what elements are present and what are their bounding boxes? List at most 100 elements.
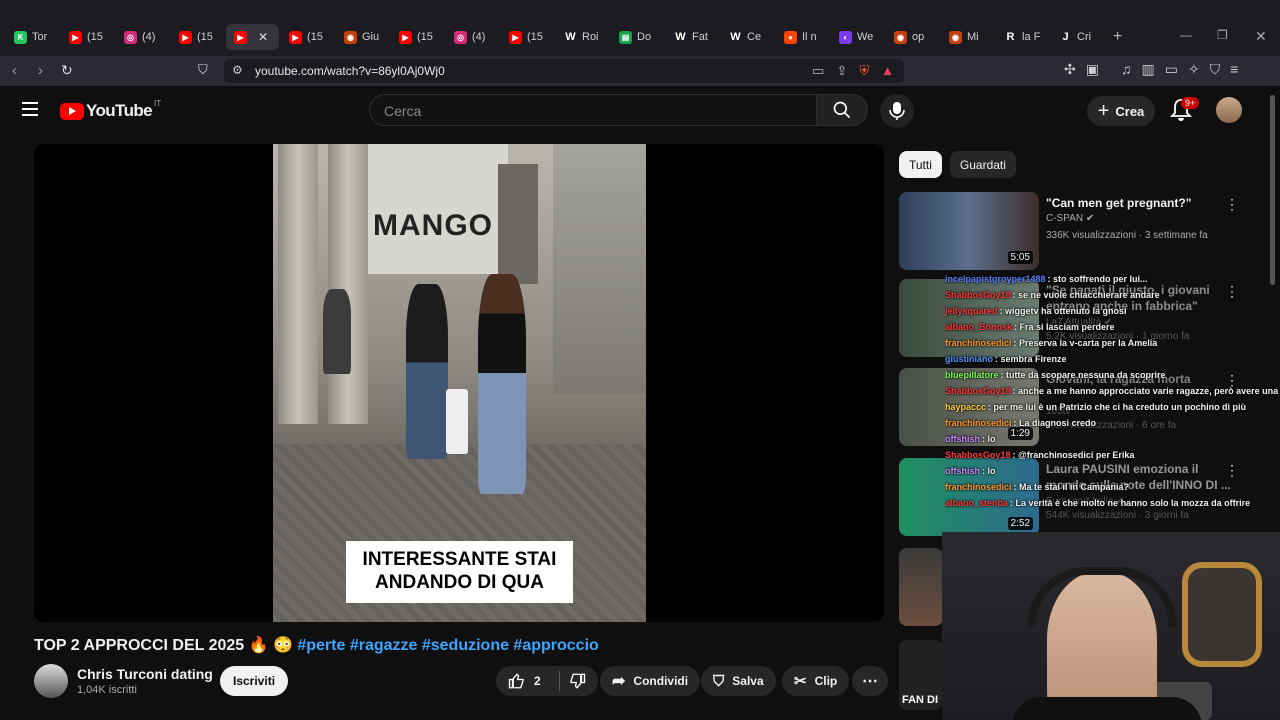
- more-vertical-icon[interactable]: ⋮: [1225, 196, 1239, 213]
- browser-tab[interactable]: J Cri: [1051, 24, 1104, 50]
- like-button[interactable]: 2: [508, 672, 541, 690]
- browser-tab[interactable]: ▶ (15: [171, 24, 224, 50]
- circle-icon: ◐: [839, 30, 852, 44]
- menu-icon[interactable]: ≡: [1230, 61, 1238, 78]
- browser-tab[interactable]: ▶ (15: [501, 24, 554, 50]
- reload-icon[interactable]: ↻: [61, 62, 73, 79]
- leo-icon[interactable]: ✧: [1188, 61, 1200, 78]
- recommendation-thumbnail[interactable]: [899, 548, 943, 626]
- browser-tab[interactable]: ▶ (15: [391, 24, 444, 50]
- share-icon[interactable]: ⇪: [836, 63, 847, 79]
- wikipedia-icon: W: [730, 31, 741, 43]
- new-tab-button[interactable]: +: [1113, 28, 1122, 46]
- media-icon[interactable]: ♫: [1121, 61, 1132, 78]
- browser-tab[interactable]: ◐ We: [831, 24, 884, 50]
- chat-username: giustiniano: [945, 354, 993, 364]
- thumbs-down-icon[interactable]: [568, 672, 586, 690]
- like-count: 2: [534, 674, 541, 688]
- screenshot-icon[interactable]: ▭: [812, 63, 824, 79]
- close-tab-icon[interactable]: ✕: [258, 30, 268, 44]
- subscribe-button[interactable]: Iscriviti: [220, 666, 289, 696]
- video-hashtags[interactable]: #perte #ragazze #seduzione #approccio: [297, 637, 598, 654]
- chat-username: offshish: [945, 434, 980, 444]
- share-button[interactable]: ➦ Condividi: [600, 666, 701, 696]
- browser-tab[interactable]: W Roi: [556, 24, 609, 50]
- maximize-button[interactable]: ❐: [1217, 28, 1228, 42]
- recommendation-meta: 336K visualizzazioni · 3 settimane fa: [1046, 230, 1208, 241]
- subscriber-count: 1,04K iscritti: [77, 684, 137, 696]
- chip-all[interactable]: Tutti: [899, 151, 942, 178]
- save-label: Salva: [732, 674, 764, 688]
- recommendation-thumbnail[interactable]: 5:05: [899, 192, 1039, 270]
- browser-tab[interactable]: Rla F: [996, 24, 1049, 50]
- create-button[interactable]: + Crea: [1087, 96, 1155, 126]
- youtube-play-icon: [60, 102, 84, 120]
- sidebar-icon[interactable]: ▥: [1141, 61, 1154, 78]
- wallet-icon[interactable]: ▣: [1086, 61, 1099, 78]
- browser-tab[interactable]: ◉ op: [886, 24, 939, 50]
- clip-button[interactable]: ✂ Clip: [782, 666, 850, 696]
- browser-tab[interactable]: K Tor: [6, 24, 59, 50]
- recommendation-item[interactable]: 5:05 "Can men get pregnant?" C-SPAN ✔ 33…: [899, 192, 1269, 272]
- browser-tab[interactable]: W Fat: [666, 24, 719, 50]
- thumbnail-text: FAN DI: [902, 694, 939, 706]
- browser-tab[interactable]: ▶ (15: [61, 24, 114, 50]
- chat-message: albano_Bonosk: Fra si lasciam perdere: [945, 319, 1280, 335]
- search-input[interactable]: Cerca: [369, 94, 817, 126]
- browser-tab[interactable]: ▶ (15: [281, 24, 334, 50]
- video-player[interactable]: MANGO INTERESSANTE STAI ANDANDO DI QUA: [34, 144, 884, 622]
- chat-username: franchinosedici: [945, 418, 1012, 428]
- wallet-icon[interactable]: ▭: [1165, 61, 1178, 78]
- recommendation-channel[interactable]: C-SPAN ✔: [1046, 213, 1094, 224]
- channel-name[interactable]: Chris Turconi dating: [77, 666, 213, 682]
- bookmark-icon: ⛉: [713, 672, 725, 690]
- browser-tab-strip: K Tor ▶ (15 ◎ (4) ▶ (15 ▶ ✕ ▶ (15 ◉ Giu ▶ (15 ◎ (4) ▶ (15 W R…: [0, 0, 1280, 56]
- search-button[interactable]: [816, 94, 868, 126]
- browser-tab[interactable]: ▶ ✕: [226, 24, 279, 50]
- video-caption: INTERESSANTE STAI ANDANDO DI QUA: [346, 541, 573, 603]
- site-settings-icon[interactable]: ⚙: [232, 63, 243, 77]
- extension-toolbar: ✣ ▣ ♫ ▥ ▭ ✧ ⛉ ≡: [1064, 61, 1238, 78]
- menu-icon[interactable]: [22, 102, 38, 120]
- vpn-icon[interactable]: ⛉: [1210, 61, 1221, 78]
- voice-search-button[interactable]: [880, 94, 914, 128]
- channel-avatar[interactable]: [34, 664, 68, 698]
- forward-icon[interactable]: ›: [38, 62, 43, 79]
- browser-tab[interactable]: ◎ (4): [116, 24, 169, 50]
- streamer-shirt: [1012, 697, 1202, 720]
- bookmark-icon[interactable]: ⛉: [198, 62, 208, 78]
- logo-text: YouTube: [86, 101, 153, 120]
- close-window-button[interactable]: ✕: [1255, 28, 1267, 45]
- sidebar-scrollbar[interactable]: [1270, 95, 1275, 285]
- browser-tab[interactable]: ● Il n: [776, 24, 829, 50]
- minimize-button[interactable]: —: [1180, 28, 1192, 42]
- brave-rewards-icon[interactable]: ▲: [881, 63, 894, 79]
- save-button[interactable]: ⛉ Salva: [701, 666, 776, 696]
- browser-tab[interactable]: ◉ Giu: [336, 24, 389, 50]
- youtube-logo[interactable]: YouTube IT: [60, 99, 161, 121]
- chat-message: ShabbosGoy18: @franchinosedici per Erika: [945, 447, 1280, 463]
- account-avatar[interactable]: [1216, 97, 1242, 123]
- extensions-icon[interactable]: ✣: [1064, 61, 1076, 78]
- pillar: [278, 144, 318, 424]
- youtube-icon: ▶: [179, 30, 192, 44]
- chat-username: ShabbosGoy18: [945, 386, 1011, 396]
- seated-man: [323, 289, 351, 374]
- chat-text: : lo: [982, 466, 996, 476]
- browser-tab[interactable]: ◉ Mi: [941, 24, 994, 50]
- reddit-icon: ●: [784, 30, 797, 44]
- video-frame[interactable]: MANGO INTERESSANTE STAI ANDANDO DI QUA: [273, 144, 646, 622]
- url-field[interactable]: ⚙ youtube.com/watch?v=86yl0Aj0Wj0 ▭ ⇪ ⛨ …: [224, 59, 904, 83]
- back-icon[interactable]: ‹: [12, 62, 17, 79]
- chat-text: : sembra Firenze: [995, 354, 1067, 364]
- browser-tab[interactable]: ◎ (4): [446, 24, 499, 50]
- like-dislike-group: 2: [496, 666, 598, 696]
- recommendation-title[interactable]: "Can men get pregnant?": [1046, 195, 1231, 211]
- brave-shield-icon[interactable]: ⛨: [859, 63, 869, 79]
- recommendation-thumbnail[interactable]: FAN DI: [899, 640, 943, 710]
- more-actions-button[interactable]: ⋯: [852, 666, 888, 696]
- chip-watched[interactable]: Guardati: [949, 151, 1016, 178]
- chat-text: : @franchinosedici per Erika: [1012, 450, 1135, 460]
- browser-tab[interactable]: ▤ Do: [611, 24, 664, 50]
- browser-tab[interactable]: W Ce: [721, 24, 774, 50]
